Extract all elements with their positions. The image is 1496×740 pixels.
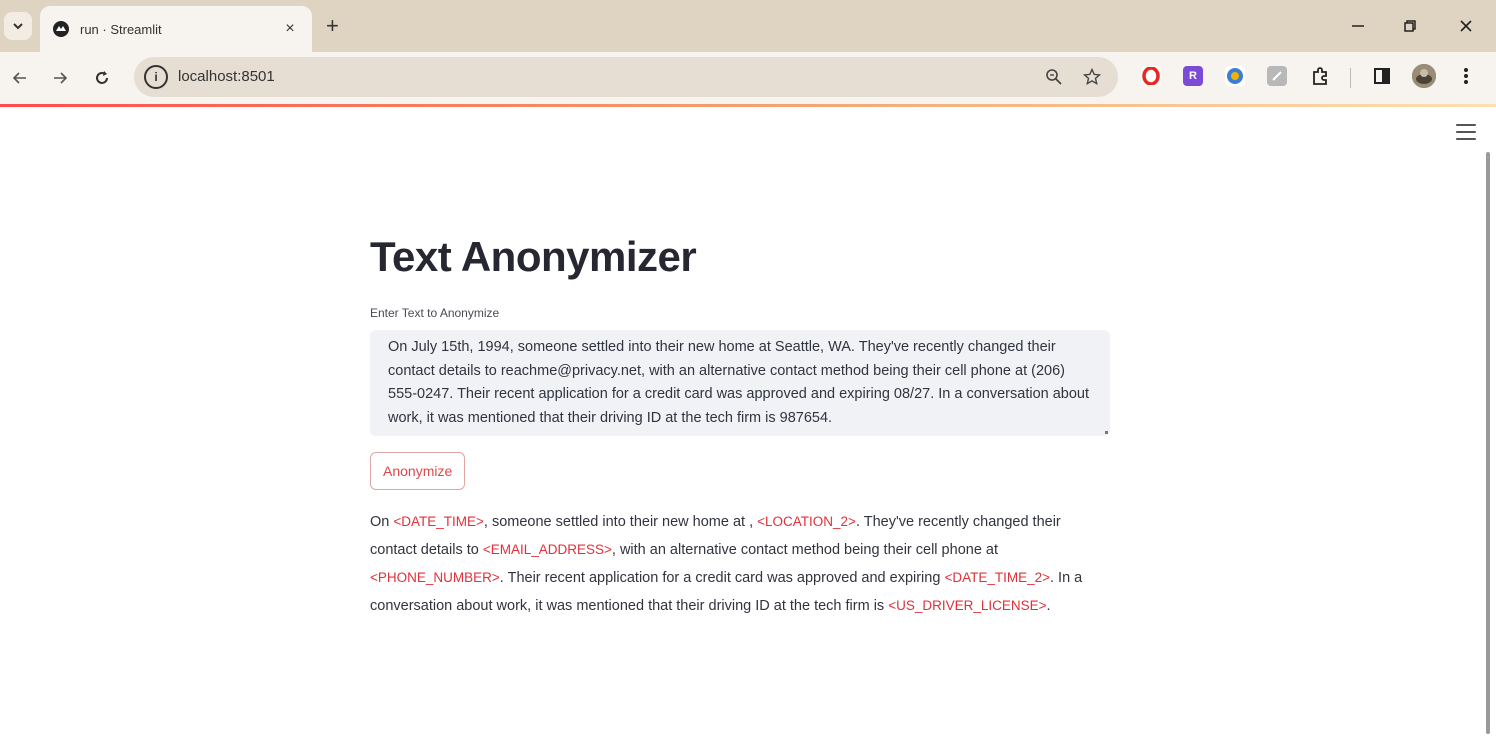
forward-arrow-icon[interactable] bbox=[46, 64, 74, 92]
new-tab-button[interactable]: + bbox=[326, 14, 339, 38]
streamlit-top-decoration bbox=[0, 104, 1496, 107]
entity-placeholder: <EMAIL_ADDRESS> bbox=[482, 542, 612, 557]
browser-tab-active[interactable]: run · Streamlit × bbox=[40, 6, 312, 52]
kebab-menu-icon[interactable] bbox=[1456, 66, 1476, 86]
streamlit-favicon-icon bbox=[52, 20, 70, 38]
anonymized-output: On <DATE_TIME>, someone settled into the… bbox=[370, 508, 1110, 620]
browser-toolbar: i localhost:8501 R bbox=[0, 52, 1496, 104]
url-text[interactable]: localhost:8501 bbox=[178, 68, 275, 85]
note-ext-icon[interactable] bbox=[1267, 66, 1287, 86]
back-arrow-icon[interactable] bbox=[6, 64, 34, 92]
bookmark-star-icon[interactable] bbox=[1080, 65, 1104, 89]
circle-ext-icon[interactable] bbox=[1225, 66, 1245, 86]
page-title: Text Anonymizer bbox=[370, 233, 697, 280]
restore-icon[interactable] bbox=[1398, 14, 1422, 38]
tab-search-chevron-icon[interactable] bbox=[4, 12, 32, 40]
text-input-label: Enter Text to Anonymize bbox=[370, 306, 500, 320]
anonymize-button[interactable]: Anonymize bbox=[370, 452, 466, 490]
result-text-segment: On bbox=[370, 514, 394, 530]
site-info-icon[interactable]: i bbox=[144, 65, 168, 89]
profile-avatar[interactable] bbox=[1412, 64, 1436, 88]
entity-placeholder: <US_DRIVER_LICENSE> bbox=[888, 598, 1047, 613]
entity-placeholder: <PHONE_NUMBER> bbox=[370, 570, 500, 585]
main-content: Text Anonymizer Enter Text to Anonymize … bbox=[370, 230, 1110, 620]
text-input-area[interactable]: On July 15th, 1994, someone settled into… bbox=[370, 330, 1110, 436]
entity-placeholder: <DATE_TIME_2> bbox=[944, 570, 1050, 585]
resize-handle-icon[interactable] bbox=[1105, 431, 1108, 434]
entity-placeholder: <DATE_TIME> bbox=[393, 514, 484, 529]
address-bar[interactable]: i localhost:8501 bbox=[134, 57, 1118, 97]
page-scrollbar[interactable] bbox=[1486, 152, 1490, 734]
zoom-icon[interactable] bbox=[1042, 65, 1066, 89]
opera-icon[interactable] bbox=[1141, 66, 1161, 86]
result-text-segment: . Their recent application for a credit … bbox=[499, 570, 945, 586]
tab-close-icon[interactable]: × bbox=[280, 20, 300, 38]
tab-bar: run · Streamlit × + bbox=[0, 0, 1496, 52]
toolbar-divider bbox=[1350, 68, 1351, 88]
readwise-icon[interactable]: R bbox=[1183, 66, 1203, 86]
result-text-segment: , someone settled into their new home at… bbox=[483, 514, 758, 530]
result-text-segment: . bbox=[1046, 598, 1051, 614]
tab-title: run · Streamlit bbox=[80, 21, 162, 37]
entity-placeholder: <LOCATION_2> bbox=[757, 514, 856, 529]
minimize-icon[interactable] bbox=[1346, 14, 1370, 38]
close-window-icon[interactable] bbox=[1454, 14, 1478, 38]
result-text-segment: , with an alternative contact method bei… bbox=[611, 542, 999, 558]
hamburger-menu-icon[interactable] bbox=[1456, 124, 1476, 140]
side-panel-icon[interactable] bbox=[1372, 66, 1392, 86]
extensions-puzzle-icon[interactable] bbox=[1310, 66, 1330, 86]
reload-icon[interactable] bbox=[88, 64, 116, 92]
text-input-value[interactable]: On July 15th, 1994, someone settled into… bbox=[388, 339, 1089, 426]
